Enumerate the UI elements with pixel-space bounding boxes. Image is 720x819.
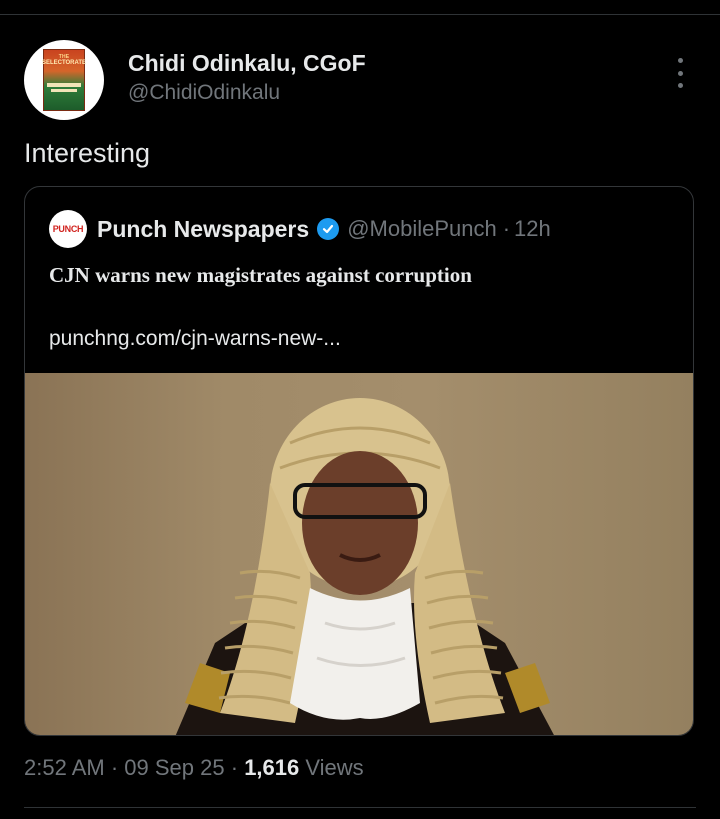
book-band <box>47 83 81 87</box>
dot <box>677 83 683 88</box>
book-cover-avatar-icon: THE SELECTORATE <box>41 49 87 111</box>
author-handle[interactable]: @ChidiOdinkalu <box>128 81 280 105</box>
verified-badge-icon <box>317 218 340 240</box>
post-meta: 2:52 AM · 09 Sep 25 · 1,616 Views <box>24 755 364 781</box>
more-options-icon[interactable] <box>670 58 690 88</box>
post-time[interactable]: 2:52 AM <box>24 755 105 780</box>
portrait-photo-icon[interactable] <box>25 373 693 735</box>
meta-separator: · <box>110 755 119 780</box>
quoted-author-name[interactable]: Punch Newspapers <box>97 216 309 243</box>
quoted-post-link[interactable]: punchng.com/cjn-warns-new-... <box>49 327 341 351</box>
author-name[interactable]: Chidi Odinkalu, CGoF <box>128 50 366 77</box>
dot <box>677 70 683 76</box>
quoted-post-card[interactable]: PUNCH Punch Newspapers @MobilePunch · 12… <box>24 186 694 736</box>
quoted-post-time[interactable]: 12h <box>514 216 551 242</box>
bottom-divider <box>24 807 696 808</box>
quoted-author-handle[interactable]: @MobilePunch <box>347 216 497 242</box>
avatar[interactable]: THE SELECTORATE <box>24 40 104 120</box>
portrait-illustration <box>175 398 554 735</box>
book-title-line2: SELECTORATE <box>41 60 87 66</box>
views-label: Views <box>305 755 364 780</box>
views-count[interactable]: 1,616 <box>244 755 299 780</box>
tweet-header: THE SELECTORATE Chidi Odinkalu, CGoF @Ch… <box>24 40 696 120</box>
dot <box>677 58 683 63</box>
post-date[interactable]: 09 Sep 25 <box>124 755 224 780</box>
separator-dot: · <box>502 216 511 241</box>
punch-logo-text: PUNCH <box>52 224 84 234</box>
punch-logo-avatar[interactable]: PUNCH <box>49 210 87 248</box>
quoted-post-headline: CJN warns new magistrates against corrup… <box>49 263 472 287</box>
book-band-small <box>51 89 77 92</box>
top-divider <box>0 14 720 15</box>
meta-separator: · <box>230 755 239 780</box>
quoted-post-header: PUNCH Punch Newspapers @MobilePunch · 12… <box>49 210 551 248</box>
tweet-text: Interesting <box>24 138 151 168</box>
